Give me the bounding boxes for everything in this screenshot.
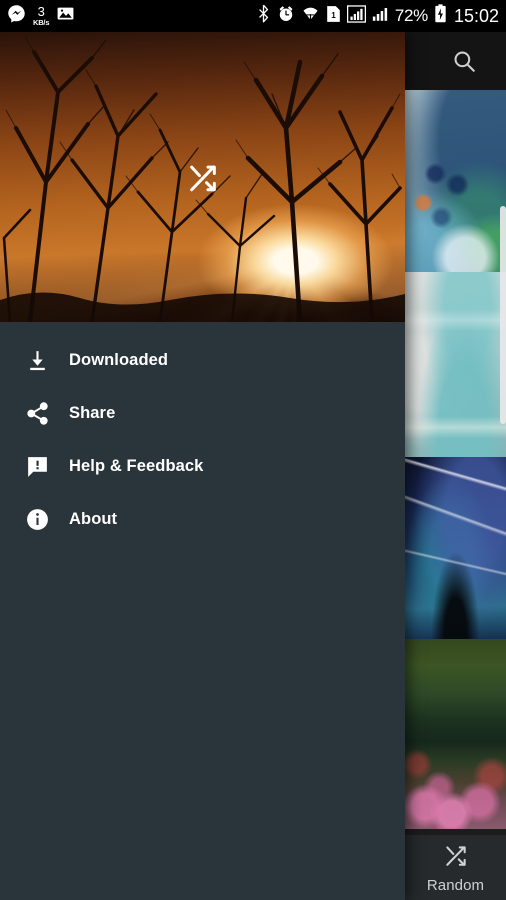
data-rate-indicator: 3 KB/s — [33, 4, 50, 28]
list-item[interactable] — [405, 90, 506, 272]
alarm-clock-icon — [277, 5, 295, 28]
battery-charging-icon — [434, 4, 447, 28]
data-rate-value: 3 — [37, 4, 45, 20]
menu-item-share[interactable]: Share — [0, 387, 405, 440]
menu-item-downloaded[interactable]: Downloaded — [0, 334, 405, 387]
menu-item-about[interactable]: About — [0, 493, 405, 546]
menu-item-help-feedback[interactable]: Help & Feedback — [0, 440, 405, 493]
navigation-drawer: Downloaded Share Help & Feedback About — [0, 32, 405, 900]
share-icon — [14, 401, 60, 426]
shuffle-icon — [443, 842, 469, 873]
menu-item-label: Help & Feedback — [69, 457, 204, 475]
list-item[interactable] — [405, 457, 506, 639]
clock-time: 15:02 — [453, 5, 499, 26]
photo-icon — [56, 4, 75, 28]
signal-bars-icon — [372, 5, 389, 28]
random-button[interactable]: Random — [405, 835, 506, 900]
status-bar: 3 KB/s 1 72% 15:02 — [0, 0, 506, 32]
info-icon — [14, 507, 60, 532]
wifi-icon — [301, 5, 320, 28]
menu-item-label: Downloaded — [69, 351, 169, 369]
data-rate-unit: KB/s — [33, 18, 50, 28]
battery-percent: 72% — [394, 6, 428, 25]
list-item[interactable] — [405, 272, 506, 457]
search-icon[interactable] — [444, 41, 484, 81]
wallpaper-grid[interactable] — [405, 90, 506, 900]
feedback-icon — [14, 454, 60, 479]
hero-shuffle-icon[interactable] — [181, 155, 225, 199]
list-item[interactable] — [405, 639, 506, 829]
bluetooth-icon — [256, 4, 271, 28]
drawer-menu: Downloaded Share Help & Feedback About — [0, 322, 405, 546]
phone-screen: Random Downloaded Share Help & Feedback … — [0, 0, 506, 900]
signal-bars-icon — [346, 4, 366, 28]
status-bar-left: 3 KB/s — [7, 4, 75, 28]
sim-card-icon: 1 — [326, 5, 341, 28]
drawer-header-image[interactable] — [0, 32, 405, 322]
messenger-icon — [7, 4, 26, 28]
menu-item-label: Share — [69, 404, 116, 422]
menu-item-label: About — [69, 510, 118, 528]
vertical-scrollbar[interactable] — [500, 206, 506, 424]
random-label: Random — [426, 876, 485, 894]
status-bar-right: 1 72% 15:02 — [256, 4, 499, 28]
sim-label: 1 — [331, 11, 336, 20]
download-icon — [14, 348, 60, 373]
